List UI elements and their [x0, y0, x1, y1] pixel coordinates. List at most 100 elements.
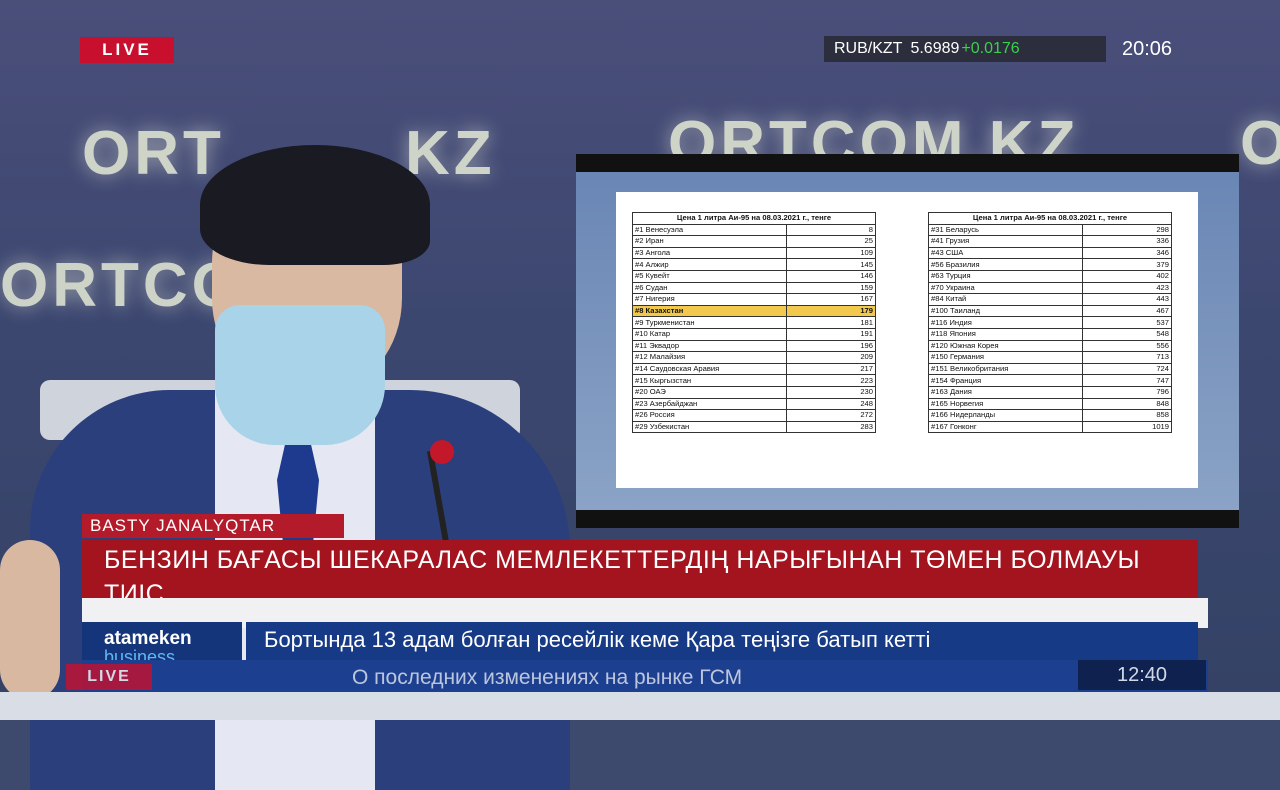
country-cell: #29 Узбекистан — [632, 420, 787, 434]
price-cell: 167 — [786, 293, 876, 306]
price-cell: 145 — [786, 258, 876, 271]
board-screen: Цена 1 литра Аи-95 на 08.03.2021 г., тен… — [576, 172, 1239, 510]
table-row: #5 Кувейт 146 — [632, 269, 876, 283]
table-row: #70 Украина 423 — [928, 281, 1172, 295]
logo-line-1: atameken — [104, 628, 192, 649]
table-row: #120 Южная Корея 556 — [928, 339, 1172, 353]
secondary-live-badge: LIVE — [66, 664, 152, 690]
price-cell: 467 — [1082, 304, 1172, 318]
price-cell: 191 — [786, 327, 876, 341]
price-cell: 548 — [1082, 327, 1172, 341]
country-cell: #165 Норвегия — [928, 397, 1083, 411]
table-row: #100 Таиланд 467 — [928, 304, 1172, 318]
table-row: #163 Дания 796 — [928, 385, 1172, 399]
country-cell: #20 ОАЭ — [632, 385, 787, 399]
price-cell: 443 — [1082, 293, 1172, 306]
country-cell: #9 Туркменистан — [632, 316, 787, 329]
category-badge: BASTY JANALYQTAR — [82, 514, 344, 538]
wall-logo-text: O — [1240, 109, 1280, 178]
country-cell: #163 Дания — [928, 385, 1083, 399]
price-cell: 196 — [786, 339, 876, 353]
hair — [200, 145, 430, 265]
table-row: #6 Судан 159 — [632, 281, 876, 295]
country-cell: #167 Гонконг — [928, 420, 1083, 434]
country-cell: #12 Малайзия — [632, 351, 787, 364]
price-cell: 217 — [786, 362, 876, 376]
table-row: #166 Нидерланды 858 — [928, 409, 1172, 422]
country-cell: #14 Саудовская Аравия — [632, 362, 787, 376]
price-cell: 1019 — [1082, 420, 1172, 434]
ticker-value: 5.6989 — [910, 40, 960, 57]
secondary-strip-text: О последних изменениях на рынке ГСМ — [352, 666, 743, 689]
table-header: Цена 1 литра Аи-95 на 08.03.2021 г., тен… — [632, 212, 876, 225]
country-cell: #23 Азербайджан — [632, 397, 787, 411]
price-cell: 8 — [786, 223, 876, 237]
table-row: #10 Катар 191 — [632, 327, 876, 341]
price-cell: 379 — [1082, 258, 1172, 271]
table-row: #165 Норвегия 848 — [928, 397, 1172, 411]
price-cell: 230 — [786, 385, 876, 399]
microphone-icon — [430, 440, 454, 464]
country-cell: #1 Венесуэла — [632, 223, 787, 237]
table-row: #118 Япония 548 — [928, 327, 1172, 341]
price-cell: 336 — [1082, 235, 1172, 248]
table-row: #3 Ангола 109 — [632, 246, 876, 260]
table-row: #9 Туркменистан 181 — [632, 316, 876, 329]
country-cell: #56 Бразилия — [928, 258, 1083, 271]
price-cell: 858 — [1082, 409, 1172, 422]
table-row: #15 Кыргызстан 223 — [632, 374, 876, 387]
country-cell: #41 Грузия — [928, 235, 1083, 248]
country-cell: #5 Кувейт — [632, 269, 787, 283]
country-cell: #151 Великобритания — [928, 362, 1083, 376]
bottom-desk-area — [0, 692, 1280, 720]
price-cell: 346 — [1082, 246, 1172, 260]
table-row: #41 Грузия 336 — [928, 235, 1172, 248]
price-cell: 248 — [786, 397, 876, 411]
country-cell: #70 Украина — [928, 281, 1083, 295]
price-cell: 272 — [786, 409, 876, 422]
table-row: #43 США 346 — [928, 246, 1172, 260]
table-row: #11 Эквадор 196 — [632, 339, 876, 353]
table-row: #4 Алжир 145 — [632, 258, 876, 271]
country-cell: #3 Ангола — [632, 246, 787, 260]
table-row: #84 Китай 443 — [928, 293, 1172, 306]
price-cell: 848 — [1082, 397, 1172, 411]
table-row: #7 Нигерия 167 — [632, 293, 876, 306]
table-row: #116 Индия 537 — [928, 316, 1172, 329]
country-cell: #31 Беларусь — [928, 223, 1083, 237]
fuel-price-board: Цена 1 литра Аи-95 на 08.03.2021 г., тен… — [576, 154, 1239, 528]
country-cell: #8 Казахстан — [632, 304, 787, 318]
price-cell: 713 — [1082, 351, 1172, 364]
price-cell: 223 — [786, 374, 876, 387]
table-row: #63 Турция 402 — [928, 269, 1172, 283]
country-cell: #84 Китай — [928, 293, 1083, 306]
country-cell: #6 Судан — [632, 281, 787, 295]
price-cell: 796 — [1082, 385, 1172, 399]
country-cell: #10 Катар — [632, 327, 787, 341]
table-row: #14 Саудовская Аравия 217 — [632, 362, 876, 376]
price-table-right: Цена 1 литра Аи-95 на 08.03.2021 г., тен… — [928, 212, 1172, 434]
country-cell: #63 Турция — [928, 269, 1083, 283]
country-cell: #154 Франция — [928, 374, 1083, 387]
price-cell: 25 — [786, 235, 876, 248]
broadcast-clock: 20:06 — [1122, 38, 1173, 60]
price-cell: 556 — [1082, 339, 1172, 353]
table-row: #8 Казахстан 179 — [632, 304, 876, 318]
price-table-left: Цена 1 литра Аи-95 на 08.03.2021 г., тен… — [632, 212, 876, 434]
table-row: #29 Узбекистан 283 — [632, 420, 876, 434]
table-row: #150 Германия 713 — [928, 351, 1172, 364]
table-row: #26 Россия 272 — [632, 409, 876, 422]
ticker-change: +0.0176 — [961, 40, 1020, 57]
price-cell: 109 — [786, 246, 876, 260]
table-row: #23 Азербайджан 248 — [632, 397, 876, 411]
country-cell: #26 Россия — [632, 409, 787, 422]
table-header: Цена 1 литра Аи-95 на 08.03.2021 г., тен… — [928, 212, 1172, 225]
country-cell: #15 Кыргызстан — [632, 374, 787, 387]
table-row: #2 Иран 25 — [632, 235, 876, 248]
price-cell: 423 — [1082, 281, 1172, 295]
table-row: #167 Гонконг 1019 — [928, 420, 1172, 434]
table-row: #1 Венесуэла 8 — [632, 223, 876, 237]
country-cell: #116 Индия — [928, 316, 1083, 329]
price-cell: 747 — [1082, 374, 1172, 387]
price-cell: 181 — [786, 316, 876, 329]
